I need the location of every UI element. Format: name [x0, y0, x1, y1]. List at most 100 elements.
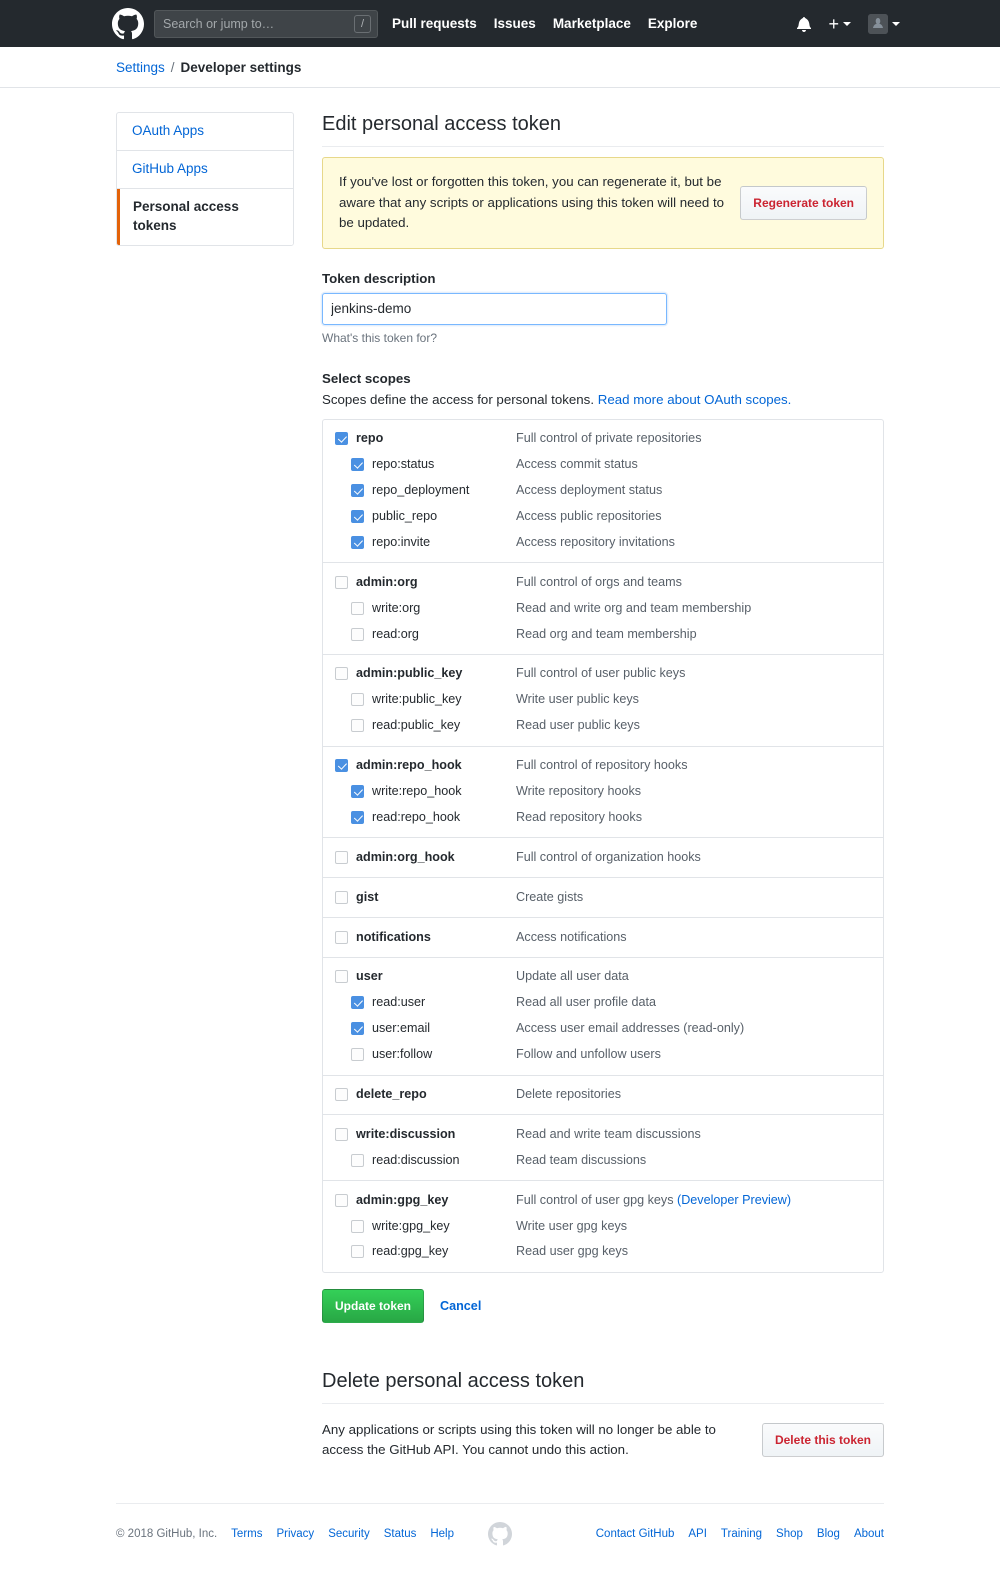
delete-token-button[interactable]: Delete this token — [761, 1423, 884, 1458]
regenerate-warning-text: If you've lost or forgotten this token, … — [339, 174, 725, 231]
scope-checkbox-repo-status[interactable] — [351, 458, 364, 472]
scope-row[interactable]: write:discussion Read and write team disc… — [323, 1121, 883, 1147]
nav-marketplace[interactable]: Marketplace — [553, 16, 631, 31]
scope-name: read:org — [372, 626, 419, 641]
footer-link-api[interactable]: API — [688, 1528, 707, 1540]
scope-row[interactable]: read:repo_hook Read repository hooks — [323, 804, 883, 830]
scope-checkbox-write-public-key[interactable] — [351, 693, 364, 707]
scope-checkbox-read-gpg-key[interactable] — [351, 1245, 364, 1259]
footer-link-status[interactable]: Status — [384, 1528, 417, 1540]
sidebar-item-github-apps[interactable]: GitHub Apps — [117, 151, 293, 189]
scope-checkbox-read-user[interactable] — [351, 996, 364, 1010]
footer-link-training[interactable]: Training — [721, 1528, 762, 1540]
scope-checkbox-repo-invite[interactable] — [351, 535, 364, 549]
scope-checkbox-write-gpg-key[interactable] — [351, 1219, 364, 1233]
scope-row[interactable]: delete_repo Delete repositories — [323, 1082, 883, 1108]
scope-checkbox-admin-gpg-key[interactable] — [335, 1193, 348, 1207]
scope-checkbox-user-email[interactable] — [351, 1022, 364, 1036]
scope-row[interactable]: repo:status Access commit status — [323, 452, 883, 478]
scope-name: admin:repo_hook — [356, 758, 462, 773]
bell-icon[interactable] — [797, 16, 812, 32]
scope-description: Write user gpg keys — [516, 1218, 628, 1233]
footer-link-contact-github[interactable]: Contact GitHub — [596, 1528, 675, 1540]
cancel-link[interactable]: Cancel — [440, 1299, 481, 1313]
create-new-menu[interactable]: + — [828, 15, 851, 33]
scope-checkbox-read-org[interactable] — [351, 627, 364, 641]
scope-checkbox-repo[interactable] — [335, 432, 348, 446]
footer-left-links: © 2018 GitHub, Inc. Terms Privacy Security… — [116, 1528, 488, 1540]
sidebar-item-personal-access-tokens[interactable]: Personal access tokens — [117, 188, 293, 245]
search-input[interactable] — [154, 9, 378, 38]
scope-row[interactable]: write:gpg_key Write user gpg keys — [323, 1213, 883, 1239]
scope-checkbox-admin-public-key[interactable] — [335, 667, 348, 681]
scope-row[interactable]: admin:org Full control of orgs and teams — [323, 569, 883, 595]
scope-row[interactable]: user:email Access user email addresses (r… — [323, 1016, 883, 1042]
scope-row[interactable]: write:repo_hook Write repository hooks — [323, 779, 883, 805]
github-mark-icon[interactable] — [112, 7, 144, 40]
scope-row[interactable]: repo:invite Access repository invitations — [323, 529, 883, 555]
scope-checkbox-read-discussion[interactable] — [351, 1153, 364, 1167]
scope-row[interactable]: notifications Access notifications — [323, 924, 883, 950]
footer-link-blog[interactable]: Blog — [817, 1528, 840, 1540]
oauth-scopes-link[interactable]: Read more about OAuth scopes. — [598, 392, 792, 407]
scope-row[interactable]: write:public_key Write user public keys — [323, 687, 883, 713]
scope-checkbox-notifications[interactable] — [335, 930, 348, 944]
scope-name: repo:invite — [372, 534, 431, 549]
scope-checkbox-repo-deployment[interactable] — [351, 484, 364, 498]
scope-checkbox-admin-org-hook[interactable] — [335, 850, 348, 864]
scope-checkbox-delete-repo[interactable] — [335, 1087, 348, 1101]
scope-checkbox-public-repo[interactable] — [351, 509, 364, 523]
sidebar-item-oauth-apps[interactable]: OAuth Apps — [117, 113, 293, 151]
scope-row[interactable]: gist Create gists — [323, 884, 883, 910]
scope-checkbox-write-org[interactable] — [351, 601, 364, 615]
scope-row[interactable]: read:public_key Read user public keys — [323, 713, 883, 739]
scope-row[interactable]: read:discussion Read team discussions — [323, 1147, 883, 1173]
scope-row[interactable]: repo Full control of private repositories — [323, 426, 883, 452]
nav-issues[interactable]: Issues — [494, 16, 536, 31]
scope-row[interactable]: user:follow Follow and unfollow users — [323, 1042, 883, 1068]
nav-explore[interactable]: Explore — [648, 16, 698, 31]
scope-name: write:repo_hook — [372, 784, 462, 799]
regenerate-token-button[interactable]: Regenerate token — [740, 185, 867, 220]
developer-preview-link[interactable]: (Developer Preview) — [677, 1193, 791, 1207]
scope-checkbox-user[interactable] — [335, 970, 348, 984]
scopes-description: Scopes define the access for personal to… — [322, 392, 884, 407]
scope-checkbox-gist[interactable] — [335, 890, 348, 904]
scope-checkbox-admin-repo-hook[interactable] — [335, 759, 348, 773]
scope-row[interactable]: read:gpg_key Read user gpg keys — [323, 1239, 883, 1265]
nav-pull-requests[interactable]: Pull requests — [392, 16, 477, 31]
scope-checkbox-read-repo-hook[interactable] — [351, 810, 364, 824]
token-description-input[interactable] — [322, 292, 667, 325]
footer-link-about[interactable]: About — [854, 1528, 884, 1540]
scope-row[interactable]: admin:gpg_key Full control of user gpg ke… — [323, 1187, 883, 1213]
scope-row[interactable]: read:org Read org and team membership — [323, 621, 883, 647]
breadcrumb-settings-link[interactable]: Settings — [116, 60, 165, 75]
footer-link-privacy[interactable]: Privacy — [276, 1528, 314, 1540]
scope-description: Read and write team discussions — [516, 1126, 701, 1141]
scope-name: user — [356, 969, 383, 984]
footer-link-terms[interactable]: Terms — [231, 1528, 262, 1540]
user-menu[interactable] — [868, 13, 900, 34]
scope-checkbox-read-public-key[interactable] — [351, 719, 364, 733]
scope-checkbox-write-repo-hook[interactable] — [351, 784, 364, 798]
scope-row[interactable]: admin:public_key Full control of user pub… — [323, 661, 883, 687]
scope-checkbox-write-discussion[interactable] — [335, 1127, 348, 1141]
scope-description: Access user email addresses (read-only) — [516, 1021, 745, 1036]
scope-row[interactable]: admin:repo_hook Full control of repositor… — [323, 753, 883, 779]
footer-link-security[interactable]: Security — [328, 1528, 370, 1540]
breadcrumb-current: Developer settings — [180, 59, 302, 75]
scope-row[interactable]: read:user Read all user profile data — [323, 990, 883, 1016]
scope-checkbox-admin-org[interactable] — [335, 575, 348, 589]
scope-name: read:repo_hook — [372, 809, 461, 824]
scope-row[interactable]: repo_deployment Access deployment status — [323, 478, 883, 504]
scope-checkbox-user-follow[interactable] — [351, 1048, 364, 1062]
header-right-group: + — [780, 13, 900, 34]
scope-row[interactable]: admin:org_hook Full control of organizati… — [323, 844, 883, 870]
scope-row[interactable]: write:org Read and write org and team mem… — [323, 595, 883, 621]
scope-row[interactable]: user Update all user data — [323, 964, 883, 990]
update-token-button[interactable]: Update token — [322, 1288, 425, 1323]
scope-row[interactable]: public_repo Access public repositories — [323, 504, 883, 530]
footer-link-help[interactable]: Help — [430, 1528, 454, 1540]
footer-link-shop[interactable]: Shop — [776, 1528, 803, 1540]
scope-description: Access commit status — [516, 457, 638, 472]
